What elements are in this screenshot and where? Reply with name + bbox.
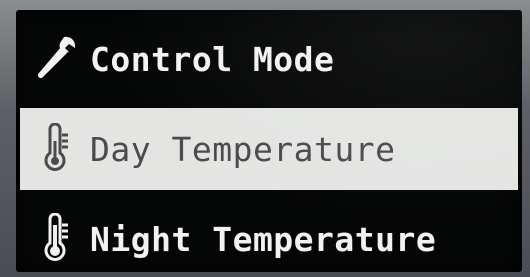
thermometer-icon	[34, 123, 78, 175]
menu-item-night-temperature[interactable]: Night Temperature	[20, 200, 518, 272]
menu-item-label: Day Temperature	[90, 129, 396, 169]
menu-item-day-temperature[interactable]: Day Temperature	[20, 108, 518, 190]
wrench-icon	[34, 33, 78, 85]
menu-item-control-mode[interactable]: Control Mode	[20, 20, 518, 98]
menu-item-label: Control Mode	[90, 39, 335, 79]
menu-item-label: Night Temperature	[90, 219, 437, 259]
thermometer-icon	[34, 213, 78, 265]
lcd-screen: Control Mode Day Temperature Night Tempe…	[16, 10, 522, 272]
